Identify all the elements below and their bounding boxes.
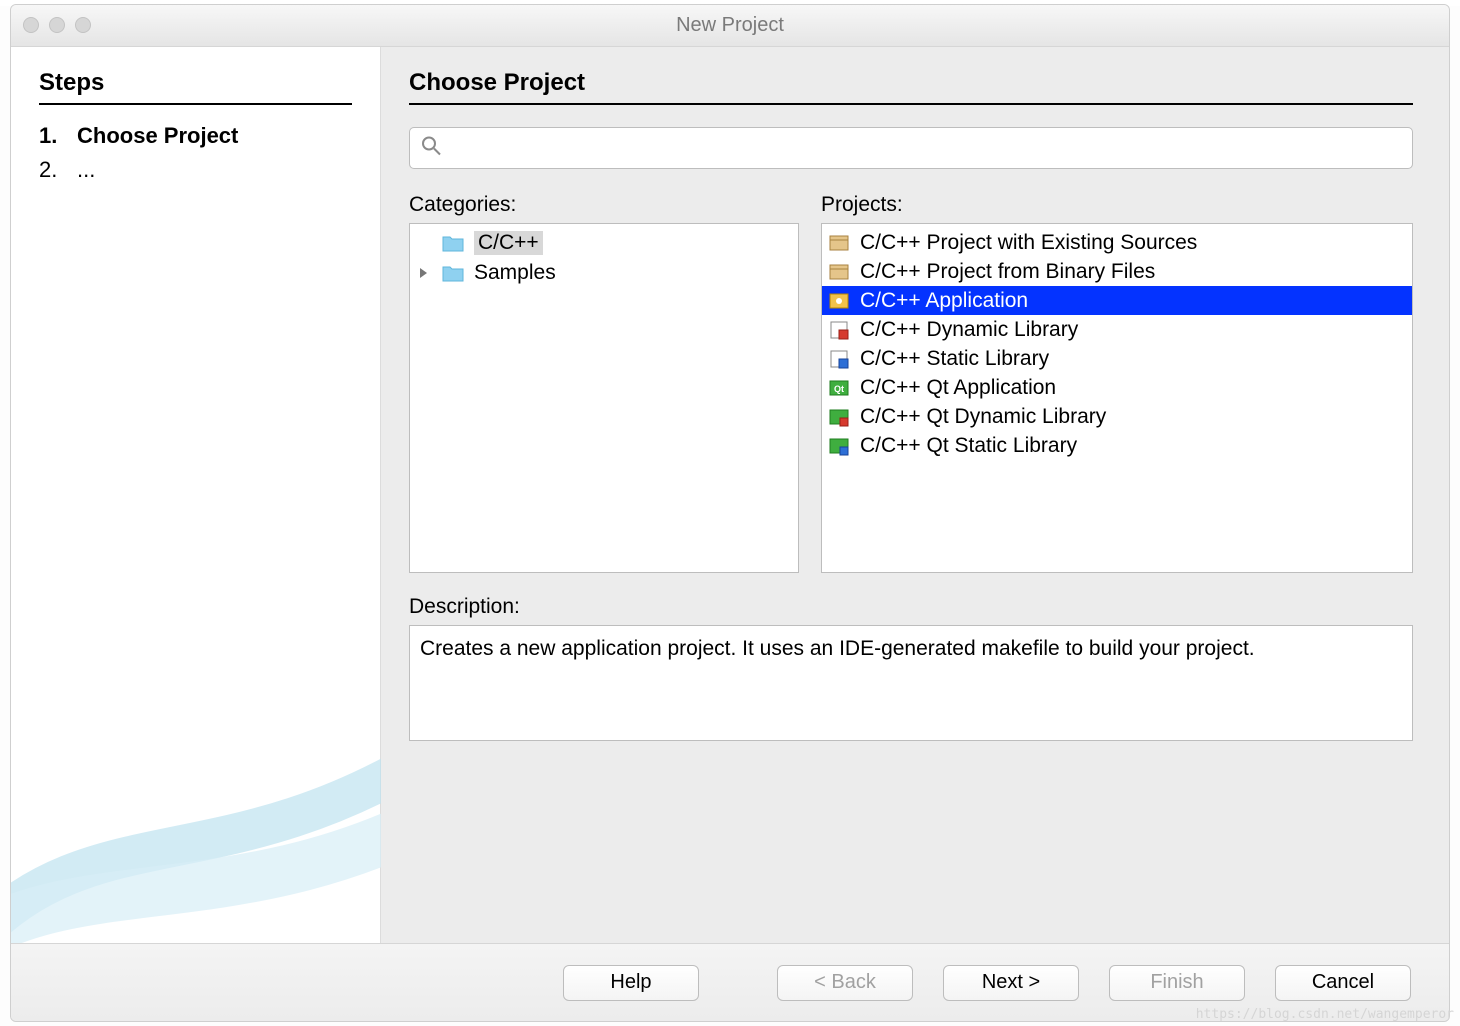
steps-heading: Steps [39,69,352,105]
category-item-cpp[interactable]: C/C++ [410,228,798,258]
step-number: 1. [39,123,61,149]
main-panel: Choose Project Categories: [381,47,1449,943]
project-label: C/C++ Static Library [860,347,1049,371]
project-label: C/C++ Qt Dynamic Library [860,405,1106,429]
step-label: Choose Project [77,123,238,149]
description-text: Creates a new application project. It us… [409,625,1413,741]
close-window-button[interactable] [23,17,39,33]
description-label: Description: [409,595,1413,619]
svg-text:Qt: Qt [834,384,844,394]
projects-label: Projects: [821,193,1413,217]
new-project-dialog: New Project Steps 1. Choose Project 2. .… [10,4,1450,1022]
step-choose-project: 1. Choose Project [39,119,352,153]
project-label: C/C++ Qt Static Library [860,434,1077,458]
project-item-binary-files[interactable]: C/C++ Project from Binary Files [822,257,1412,286]
project-label: C/C++ Qt Application [860,376,1056,400]
step-pending: 2. ... [39,153,352,187]
projects-column: Projects: C/C++ Project with Existing So… [821,193,1413,573]
qt-statlib-icon [828,435,850,457]
categories-label: Categories: [409,193,799,217]
category-label: C/C++ [474,231,543,255]
statlib-icon [828,348,850,370]
project-label: C/C++ Project from Binary Files [860,260,1155,284]
window-controls [23,17,91,33]
window-title: New Project [11,14,1449,37]
steps-list: 1. Choose Project 2. ... [39,119,352,187]
box-icon [828,232,850,254]
categories-column: Categories: C/C++ [409,193,799,573]
project-item-qt-application[interactable]: Qt C/C++ Qt Application [822,373,1412,402]
step-number: 2. [39,157,61,183]
box-icon [828,261,850,283]
category-item-samples[interactable]: Samples [410,258,798,288]
project-label: C/C++ Dynamic Library [860,318,1078,342]
watermark-text: https://blog.csdn.net/wangemperor [1196,1007,1454,1022]
steps-sidebar: Steps 1. Choose Project 2. ... [11,47,381,943]
qt-dynlib-icon [828,406,850,428]
back-button[interactable]: < Back [777,965,913,1001]
main-heading: Choose Project [409,69,1413,105]
project-item-application[interactable]: C/C++ Application [822,286,1412,315]
filter-input[interactable] [409,127,1413,169]
project-label: C/C++ Project with Existing Sources [860,231,1197,255]
titlebar: New Project [11,5,1449,47]
help-button[interactable]: Help [563,965,699,1001]
folder-icon [442,234,464,252]
chevron-right-icon[interactable] [416,267,432,279]
project-item-static-library[interactable]: C/C++ Static Library [822,344,1412,373]
project-item-existing-sources[interactable]: C/C++ Project with Existing Sources [822,228,1412,257]
project-item-dynamic-library[interactable]: C/C++ Dynamic Library [822,315,1412,344]
sidebar-decorative-art [11,723,381,943]
next-button[interactable]: Next > [943,965,1079,1001]
app-icon [828,290,850,312]
folder-icon [442,264,464,282]
search-icon [421,136,441,161]
category-label: Samples [474,261,556,285]
dynlib-icon [828,319,850,341]
category-project-columns: Categories: C/C++ [409,193,1413,573]
filter-search-wrap [409,127,1413,169]
projects-listbox[interactable]: C/C++ Project with Existing Sources C/C+… [821,223,1413,573]
minimize-window-button[interactable] [49,17,65,33]
cancel-button[interactable]: Cancel [1275,965,1411,1001]
project-item-qt-static-library[interactable]: C/C++ Qt Static Library [822,431,1412,460]
categories-listbox[interactable]: C/C++ Samples [409,223,799,573]
zoom-window-button[interactable] [75,17,91,33]
new-project-window: New Project Steps 1. Choose Project 2. .… [0,0,1460,1026]
project-item-qt-dynamic-library[interactable]: C/C++ Qt Dynamic Library [822,402,1412,431]
project-label: C/C++ Application [860,289,1028,313]
step-label: ... [77,157,95,183]
finish-button[interactable]: Finish [1109,965,1245,1001]
dialog-body: Steps 1. Choose Project 2. ... [11,47,1449,943]
qt-app-icon: Qt [828,377,850,399]
